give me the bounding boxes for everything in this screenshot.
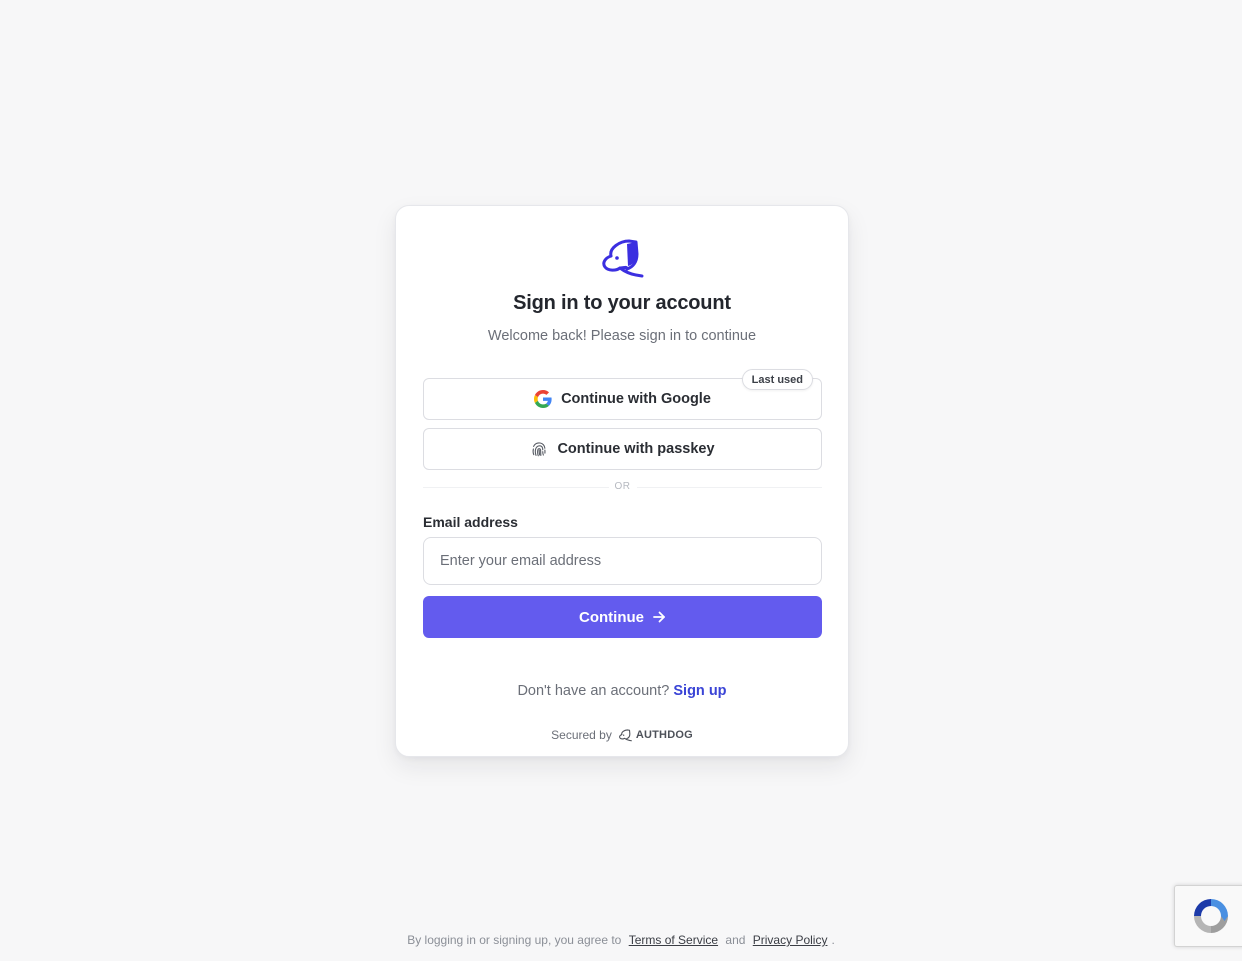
divider-text: OR [608, 479, 637, 495]
terms-of-service-link[interactable]: Terms of Service [629, 933, 718, 947]
google-icon [534, 390, 552, 408]
continue-button-label: Continue [579, 608, 644, 626]
footer-prefix: By logging in or signing up, you agree t… [407, 933, 622, 947]
continue-button[interactable]: Continue [423, 596, 822, 638]
sign-in-card: Sign in to your account Welcome back! Pl… [395, 205, 849, 757]
sign-up-link[interactable]: Sign up [673, 683, 726, 699]
recaptcha-icon [1193, 899, 1228, 933]
arrow-right-icon [653, 611, 665, 623]
signup-row: Don't have an account? Sign up [396, 683, 848, 699]
email-label: Email address [423, 514, 518, 530]
continue-with-google-button[interactable]: Continue with Google Last used [423, 369, 822, 420]
footer-and: and [725, 933, 746, 947]
authdog-brand: AUTHDOG [618, 728, 693, 742]
secured-by-text: Secured by [551, 728, 612, 742]
page-subtitle: Welcome back! Please sign in to continue [487, 328, 757, 344]
email-input[interactable] [423, 537, 822, 585]
google-button-label: Continue with Google [561, 391, 711, 407]
privacy-policy-link[interactable]: Privacy Policy [753, 933, 828, 947]
authdog-logo-icon [602, 239, 644, 278]
passkey-button-label: Continue with passkey [557, 441, 715, 457]
fingerprint-icon [533, 442, 546, 457]
signup-prompt: Don't have an account? [517, 683, 670, 699]
secured-by: Secured by AUTHDOG [396, 728, 848, 742]
terms-footer: By logging in or signing up, you agree t… [0, 933, 1242, 947]
or-divider: OR [423, 479, 822, 495]
authdog-small-logo-icon [618, 728, 632, 741]
page-title: Sign in to your account [513, 292, 731, 314]
recaptcha-badge[interactable] [1174, 885, 1242, 947]
authdog-brand-text: AUTHDOG [635, 729, 693, 741]
last-used-badge: Last used [741, 369, 813, 390]
continue-with-passkey-button[interactable]: Continue with passkey [423, 428, 822, 470]
footer-suffix: . [831, 933, 835, 947]
